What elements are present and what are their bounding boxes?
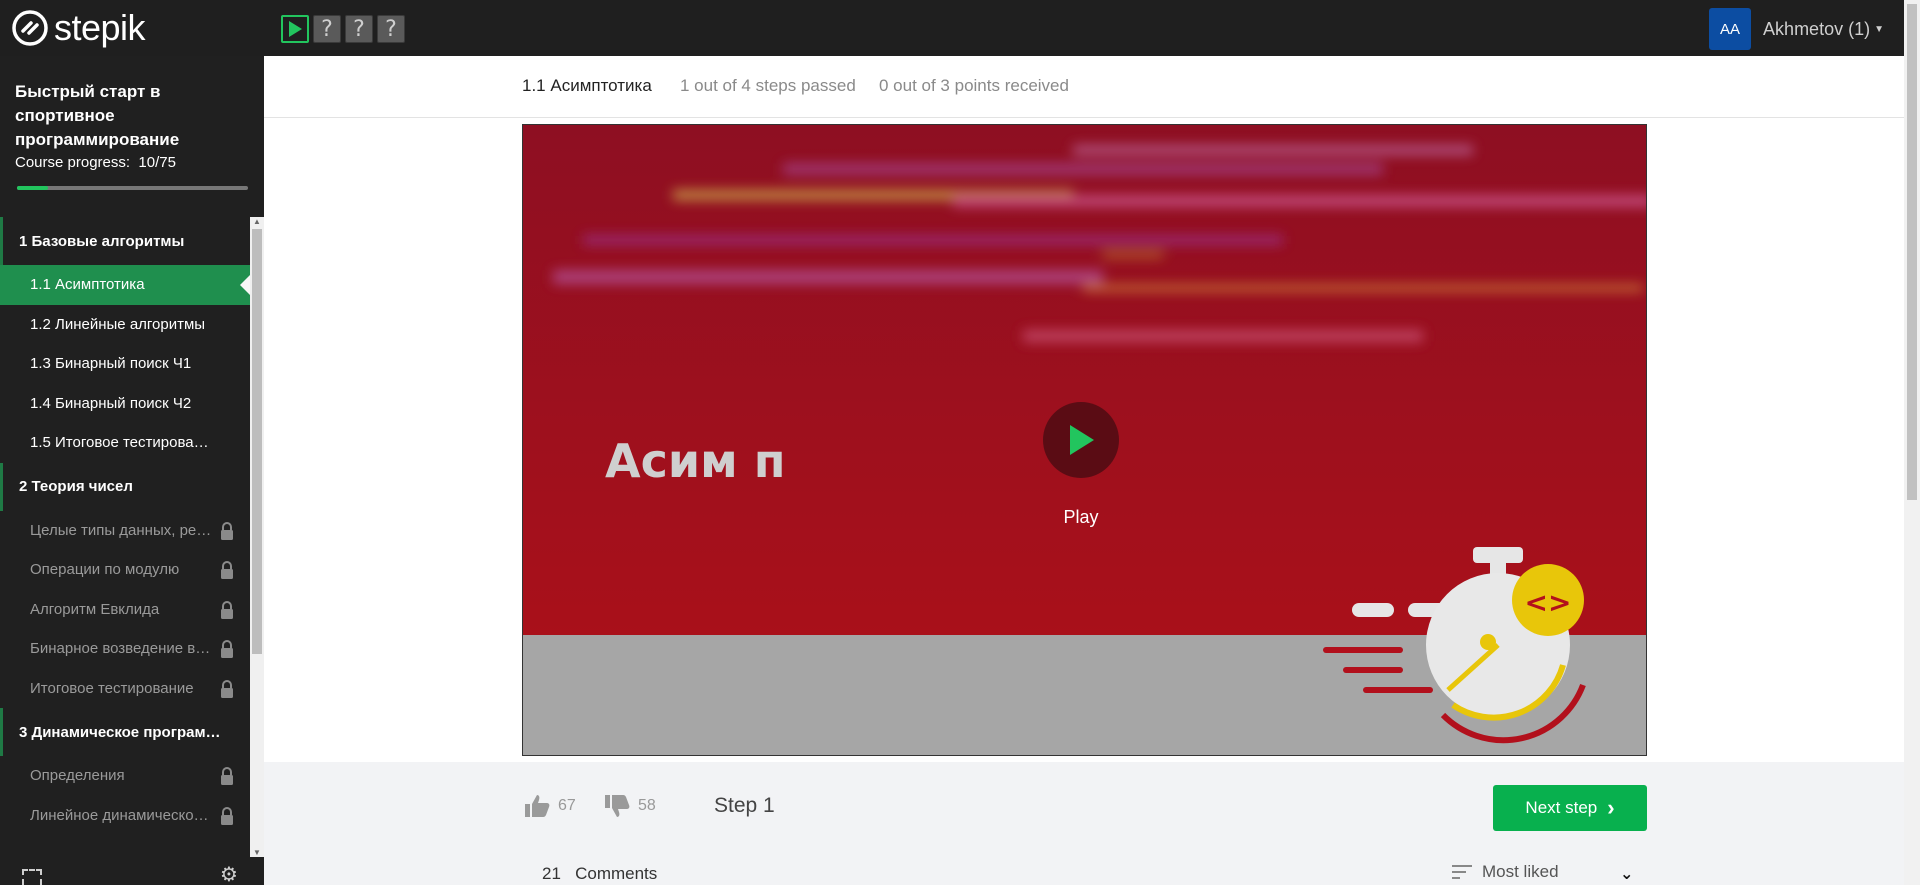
scroll-down-icon[interactable]: ▼ bbox=[253, 848, 261, 857]
comments-header[interactable]: 21 Comments bbox=[542, 864, 657, 884]
question-icon: ? bbox=[321, 16, 333, 42]
toc-lesson-label: Целые типы данных, ре… bbox=[30, 521, 212, 539]
video-overlay-text: Асим п bbox=[605, 434, 786, 488]
course-progress-bar bbox=[17, 186, 248, 190]
comments-count: 21 bbox=[542, 864, 561, 883]
lock-icon bbox=[221, 767, 233, 785]
dislike-button[interactable]: 58 bbox=[604, 794, 656, 818]
points-received: 0 out of 3 points received bbox=[879, 76, 1069, 95]
toc-lesson-item[interactable]: Определения bbox=[0, 756, 250, 796]
toc-section-2[interactable]: 2 Теория чисел bbox=[0, 462, 250, 511]
dislike-count: 58 bbox=[638, 797, 656, 814]
stepik-logo-icon bbox=[12, 10, 48, 46]
gear-icon[interactable]: ⚙ bbox=[220, 862, 238, 885]
next-step-label: Next step bbox=[1525, 798, 1598, 817]
toc-lesson-item[interactable]: 1.3 Бинарный поиск Ч1 bbox=[0, 344, 250, 384]
chevron-right-icon: › bbox=[1607, 795, 1615, 820]
step-4-quiz-button[interactable]: ? bbox=[377, 15, 405, 43]
toc-lesson-item[interactable]: Итоговое тестирование bbox=[0, 669, 250, 709]
course-progress-label: Course progress: bbox=[15, 154, 131, 171]
page-scrollbar-thumb[interactable] bbox=[1907, 4, 1917, 500]
play-icon bbox=[1070, 425, 1094, 455]
comments-sort-dropdown[interactable]: Most liked bbox=[1452, 862, 1559, 882]
step-header: 1.1 Асимптотика 1 out of 4 steps passed … bbox=[264, 56, 1904, 118]
step-2-quiz-button[interactable]: ? bbox=[313, 15, 341, 43]
toc-lesson-label: Бинарное возведение в… bbox=[30, 640, 211, 658]
toc-lesson-label: Итоговое тестирование bbox=[30, 679, 194, 697]
toc-lesson-label: Алгоритм Евклида bbox=[30, 600, 160, 618]
toc-scrollbar-thumb[interactable] bbox=[252, 229, 262, 654]
next-step-button[interactable]: Next step › bbox=[1493, 785, 1647, 831]
toc-lesson-label: 1.3 Бинарный поиск Ч1 bbox=[30, 355, 192, 373]
toc-lesson-label: 1.1 Асимптотика bbox=[30, 276, 145, 294]
toc-lesson-item[interactable]: Линейное динамическо… bbox=[0, 796, 250, 836]
top-bar: stepik ? ? ? AA Akhmetov (1) ▼ bbox=[0, 0, 1904, 56]
toc-lesson-label: Определения bbox=[30, 767, 125, 785]
user-menu[interactable]: AA Akhmetov (1) ▼ bbox=[1709, 8, 1884, 50]
lesson-title: 1.1 Асимптотика bbox=[522, 76, 652, 95]
toc-lesson-label: 1.5 Итоговое тестирование bbox=[30, 434, 215, 452]
brand-name: stepik bbox=[54, 7, 146, 48]
thumbs-down-icon bbox=[605, 795, 630, 817]
toc-lesson-item[interactable]: Бинарное возведение в… bbox=[0, 629, 250, 669]
step-3-quiz-button[interactable]: ? bbox=[345, 15, 373, 43]
page-scrollbar[interactable] bbox=[1904, 0, 1920, 885]
toc-section-3[interactable]: 3 Динамическое програм… bbox=[0, 708, 250, 756]
toc-lesson-item[interactable]: Алгоритм Евклида bbox=[0, 590, 250, 630]
play-label[interactable]: Play bbox=[1041, 507, 1121, 528]
toc-lesson-label: Линейное динамическо… bbox=[30, 806, 209, 824]
like-button[interactable]: 67 bbox=[524, 794, 576, 818]
toc-section-1[interactable]: 1 Базовые алгоритмы bbox=[0, 217, 250, 265]
toc-lesson-item[interactable]: 1.5 Итоговое тестирование bbox=[0, 423, 250, 463]
course-title[interactable]: Быстрый старт в спортивное программирова… bbox=[15, 80, 235, 152]
toc-lesson-item[interactable]: Целые типы данных, ре… bbox=[0, 511, 250, 551]
toc-lesson-item[interactable]: 1.2 Линейные алгоритмы bbox=[0, 305, 250, 345]
step-number: Step 1 bbox=[714, 794, 775, 817]
toc-lesson-label: 1.2 Линейные алгоритмы bbox=[30, 315, 206, 333]
chevron-down-icon[interactable]: ⌄ bbox=[1620, 864, 1633, 884]
lock-icon bbox=[221, 521, 233, 540]
thumbs-up-icon bbox=[525, 795, 550, 817]
lock-icon bbox=[221, 640, 233, 658]
course-sidebar: Быстрый старт в спортивное программирова… bbox=[0, 56, 264, 885]
avatar[interactable]: AA bbox=[1709, 8, 1752, 50]
toc-lesson-item[interactable]: 1.1 Асимптотика bbox=[0, 265, 250, 305]
sort-label: Most liked bbox=[1482, 862, 1559, 881]
step-1-video-button[interactable] bbox=[281, 15, 309, 43]
lock-icon bbox=[221, 561, 233, 579]
play-icon bbox=[289, 21, 302, 37]
play-button[interactable] bbox=[1043, 402, 1119, 478]
svg-text:<>: <> bbox=[1525, 586, 1572, 619]
stepik-logo[interactable]: stepik bbox=[12, 7, 146, 48]
comments-label: Comments bbox=[575, 864, 658, 883]
table-of-contents: 1 Базовые алгоритмы 1.1 Асимптотика 1.2 Ли… bbox=[0, 217, 250, 857]
question-icon: ? bbox=[353, 16, 365, 42]
toc-lesson-label: Операции по модулю bbox=[30, 561, 180, 579]
video-player[interactable]: Асим п <> Play bbox=[522, 124, 1647, 756]
question-icon: ? bbox=[385, 16, 397, 42]
step-navigation: ? ? ? bbox=[281, 15, 405, 43]
course-progress-fill bbox=[17, 186, 48, 190]
course-progress-value: 10/75 bbox=[138, 154, 176, 171]
step-content: Асим п <> Play bbox=[264, 118, 1904, 762]
toc-lesson-item[interactable]: Операции по модулю bbox=[0, 550, 250, 590]
sort-icon bbox=[1452, 865, 1472, 879]
lock-icon bbox=[221, 679, 233, 698]
scroll-up-icon[interactable]: ▲ bbox=[253, 217, 261, 226]
chevron-down-icon: ▼ bbox=[1874, 23, 1884, 35]
lock-icon bbox=[221, 806, 233, 825]
steps-passed: 1 out of 4 steps passed bbox=[680, 76, 856, 95]
toc-lesson-label: 1.4 Бинарный поиск Ч2 bbox=[30, 394, 192, 412]
course-progress-text: Course progress: 10/75 bbox=[15, 154, 176, 171]
toc-scrollbar[interactable]: ▲ ▼ bbox=[250, 217, 264, 857]
like-count: 67 bbox=[558, 797, 576, 814]
toc-lesson-item[interactable]: 1.4 Бинарный поиск Ч2 bbox=[0, 384, 250, 424]
user-name[interactable]: Akhmetov (1) bbox=[1763, 19, 1870, 40]
fullscreen-icon[interactable] bbox=[22, 869, 42, 885]
lock-icon bbox=[221, 600, 233, 619]
step-footer: 67 58 Step 1 Next step › 21 Comments Mos… bbox=[264, 762, 1904, 885]
